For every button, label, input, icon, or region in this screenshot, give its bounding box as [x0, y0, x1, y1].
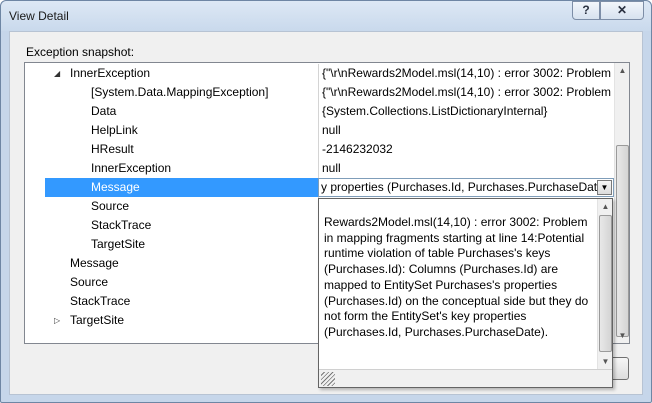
property-name: Message: [91, 180, 140, 194]
property-row-data[interactable]: Data {System.Collections.ListDictionaryI…: [25, 102, 614, 121]
property-value: {System.Collections.ListDictionaryIntern…: [322, 104, 548, 118]
property-row-mappingexception[interactable]: [System.Data.MappingException] {"\r\nRew…: [25, 83, 614, 102]
column-divider: [318, 102, 319, 121]
grid-vertical-scrollbar[interactable]: ▲ ▼: [614, 63, 629, 343]
property-name: TargetSite: [70, 313, 125, 327]
property-name: [System.Data.MappingException]: [91, 85, 269, 99]
column-divider: [318, 140, 319, 159]
property-name: Data: [91, 104, 117, 118]
expand-expander-icon[interactable]: ▷: [54, 316, 63, 325]
scroll-down-arrow-icon[interactable]: ▼: [615, 328, 629, 343]
property-name: HResult: [91, 142, 134, 156]
column-divider: [318, 159, 319, 178]
popup-scroll-down-arrow-icon[interactable]: ▼: [598, 354, 613, 369]
popup-vertical-scrollbar[interactable]: ▲ ▼: [597, 199, 612, 369]
message-value-editor[interactable]: y properties (Purchases.Id, Purchases.Pu…: [318, 178, 614, 197]
property-value: y properties (Purchases.Id, Purchases.Pu…: [321, 180, 612, 194]
exception-snapshot-label: Exception snapshot:: [26, 45, 135, 59]
property-name: HelpLink: [91, 123, 138, 137]
view-detail-window: View Detail ? ✕ Exception snapshot: ◢ In…: [0, 0, 652, 403]
title-bar[interactable]: View Detail ? ✕: [1, 1, 651, 31]
property-name: StackTrace: [70, 294, 131, 308]
message-dropdown-popup[interactable]: Rewards2Model.msl(14,10) : error 3002: P…: [318, 198, 613, 388]
scroll-up-arrow-icon[interactable]: ▲: [615, 63, 629, 78]
property-row-message-selected[interactable]: Message y properties (Purchases.Id, Purc…: [25, 178, 614, 197]
column-divider: [318, 64, 319, 83]
close-button[interactable]: ✕: [600, 1, 644, 20]
property-name: StackTrace: [91, 218, 152, 232]
property-name: Source: [70, 275, 109, 289]
column-divider: [318, 83, 319, 102]
selection-highlight: [45, 178, 318, 197]
scroll-thumb[interactable]: [616, 145, 629, 337]
property-value: {"\r\nRewards2Model.msl(14,10) : error 3…: [322, 66, 614, 80]
popup-status-strip: [319, 369, 612, 387]
property-row-hresult[interactable]: HResult -2146232032: [25, 140, 614, 159]
property-value: null: [322, 123, 341, 137]
property-row-inner-innerexception[interactable]: InnerException null: [25, 159, 614, 178]
message-full-text: Rewards2Model.msl(14,10) : error 3002: P…: [324, 215, 589, 339]
property-row-helplink[interactable]: HelpLink null: [25, 121, 614, 140]
property-name: Message: [70, 256, 119, 270]
column-divider: [318, 121, 319, 140]
help-button[interactable]: ?: [572, 1, 600, 20]
dropdown-arrow-icon[interactable]: ▼: [597, 180, 612, 195]
property-name: InnerException: [91, 161, 172, 175]
property-value: -2146232032: [322, 142, 393, 156]
property-name: TargetSite: [91, 237, 146, 251]
property-value: {"\r\nRewards2Model.msl(14,10) : error 3…: [322, 85, 614, 99]
resize-grip-icon[interactable]: [321, 372, 335, 386]
popup-scroll-up-arrow-icon[interactable]: ▲: [598, 199, 613, 214]
property-value: null: [322, 161, 341, 175]
window-title: View Detail: [9, 9, 69, 23]
property-row-innerexception[interactable]: ◢ InnerException {"\r\nRewards2Model.msl…: [25, 64, 614, 83]
property-name: Source: [91, 199, 130, 213]
property-name: InnerException: [70, 66, 151, 80]
popup-scroll-thumb[interactable]: [599, 215, 612, 352]
collapse-expander-icon[interactable]: ◢: [54, 69, 63, 78]
